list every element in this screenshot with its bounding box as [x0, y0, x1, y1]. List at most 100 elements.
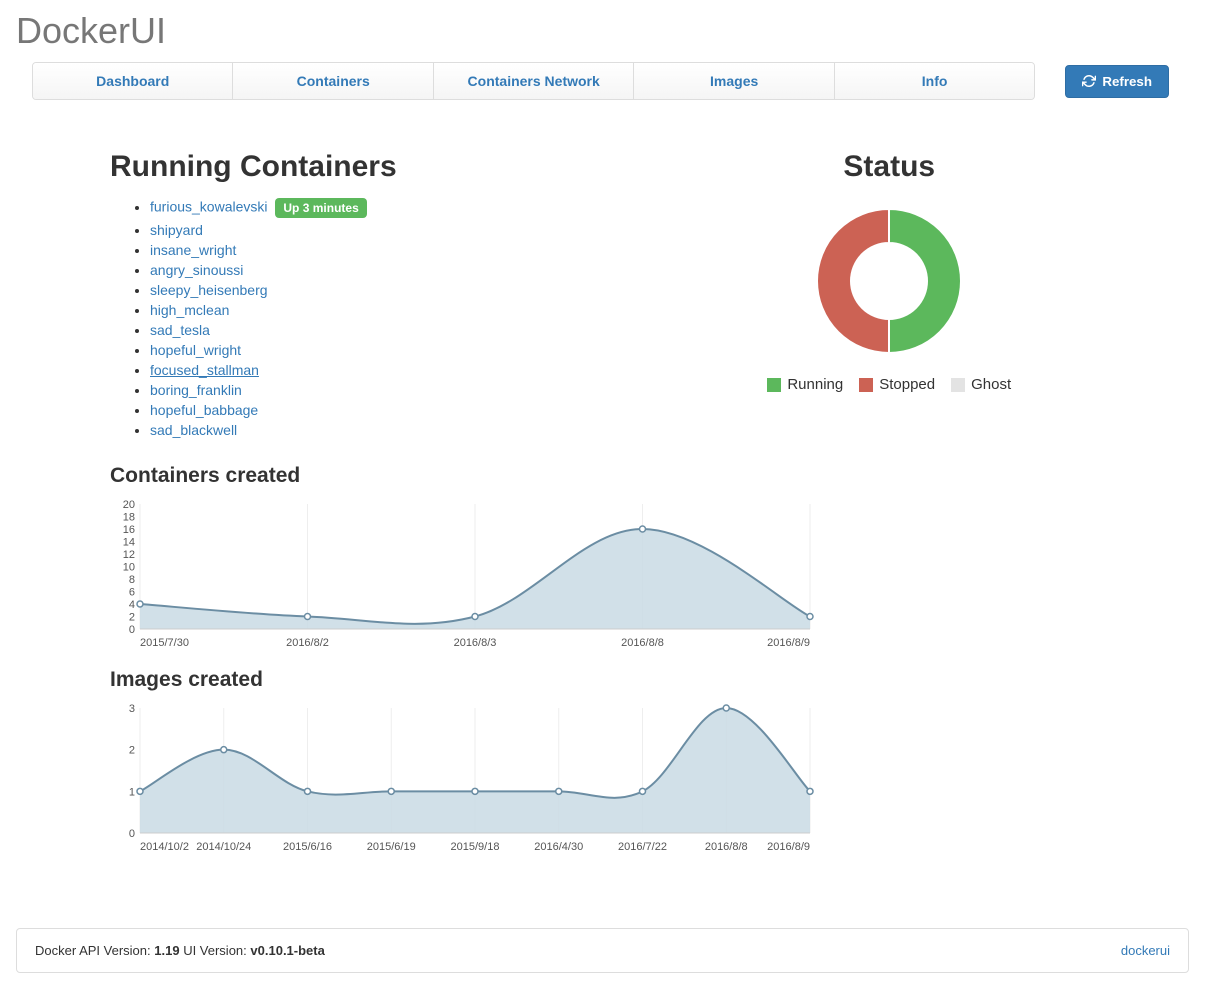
- containers-created-title: Containers created: [110, 464, 814, 488]
- container-link[interactable]: angry_sinoussi: [150, 262, 243, 278]
- list-item: furious_kowalevski Up 3 minutes: [150, 196, 630, 220]
- container-link[interactable]: high_mclean: [150, 302, 229, 318]
- topbar: DashboardContainersContainers NetworkIma…: [0, 62, 1205, 110]
- tab-containers[interactable]: Containers: [233, 63, 433, 99]
- legend-swatch: [951, 378, 965, 392]
- footer-text: Docker API Version: 1.19 UI Version: v0.…: [35, 943, 325, 958]
- footer-link[interactable]: dockerui: [1121, 943, 1170, 958]
- svg-text:2016/7/22: 2016/7/22: [618, 841, 667, 853]
- svg-text:2015/6/19: 2015/6/19: [367, 841, 416, 853]
- containers-created-chart: 02468101214161820 2015/7/30 2016/8/2 2016/8…: [110, 496, 814, 654]
- svg-text:16: 16: [123, 524, 135, 536]
- svg-text:2016/8/8: 2016/8/8: [705, 841, 748, 853]
- svg-text:1: 1: [129, 786, 135, 798]
- page-title: DockerUI: [16, 10, 1205, 52]
- svg-text:2016/4/30: 2016/4/30: [534, 841, 583, 853]
- svg-text:0: 0: [129, 828, 135, 840]
- tab-images[interactable]: Images: [634, 63, 834, 99]
- list-item: high_mclean: [150, 300, 630, 320]
- status-legend: Running Stopped Ghost: [767, 376, 1011, 393]
- list-item: shipyard: [150, 220, 630, 240]
- svg-text:0: 0: [129, 624, 135, 636]
- svg-text:2016/8/2: 2016/8/2: [286, 637, 329, 649]
- container-link[interactable]: sad_tesla: [150, 322, 210, 338]
- status-badge: Up 3 minutes: [275, 198, 366, 218]
- legend-swatch: [859, 378, 873, 392]
- main-row: Running Containers furious_kowalevski Up…: [0, 110, 1205, 440]
- list-item: hopeful_wright: [150, 340, 630, 360]
- status-title: Status: [670, 150, 1190, 184]
- list-item: hopeful_babbage: [150, 400, 630, 420]
- area-chart-containers: 02468101214161820 2015/7/30 2016/8/2 2016/8…: [110, 496, 820, 651]
- api-version-value: 1.19: [154, 943, 179, 958]
- svg-text:2: 2: [129, 612, 135, 624]
- status-donut-chart: [804, 196, 974, 366]
- legend-label: Ghost: [971, 376, 1011, 393]
- legend-item: Stopped: [859, 376, 935, 393]
- footer-link-wrap: dockerui: [1121, 943, 1170, 958]
- container-link[interactable]: hopeful_babbage: [150, 402, 258, 418]
- svg-text:3: 3: [129, 703, 135, 715]
- nav-tabs: DashboardContainersContainers NetworkIma…: [32, 62, 1035, 100]
- status-column: Status Running Stopped Ghost: [670, 150, 1190, 440]
- footer: Docker API Version: 1.19 UI Version: v0.…: [16, 928, 1189, 973]
- svg-text:2014/10/24: 2014/10/24: [196, 841, 251, 853]
- svg-text:18: 18: [123, 512, 135, 524]
- images-created-chart: 0 1 2 3 2014/10/2 2014/10/24 2015/6/16 2015/6/1…: [110, 700, 814, 858]
- tab-dashboard[interactable]: Dashboard: [33, 63, 233, 99]
- donut-slice: [817, 209, 889, 353]
- container-link[interactable]: sleepy_heisenberg: [150, 282, 268, 298]
- list-item: focused_stallman: [150, 360, 630, 380]
- area-chart-images: 0 1 2 3 2014/10/2 2014/10/24 2015/6/16 2015/6/1…: [110, 700, 820, 855]
- refresh-icon: [1082, 74, 1096, 88]
- ui-version-value: v0.10.1-beta: [250, 943, 324, 958]
- svg-text:2016/8/9: 2016/8/9: [767, 841, 810, 853]
- svg-text:2015/7/30: 2015/7/30: [140, 637, 189, 649]
- list-item: insane_wright: [150, 240, 630, 260]
- refresh-button-label: Refresh: [1102, 74, 1152, 89]
- svg-text:2015/9/18: 2015/9/18: [451, 841, 500, 853]
- running-title: Running Containers: [110, 150, 630, 184]
- tab-info[interactable]: Info: [835, 63, 1034, 99]
- legend-label: Stopped: [879, 376, 935, 393]
- svg-text:20: 20: [123, 499, 135, 511]
- refresh-button[interactable]: Refresh: [1065, 65, 1169, 98]
- container-link[interactable]: hopeful_wright: [150, 342, 241, 358]
- list-item: sleepy_heisenberg: [150, 280, 630, 300]
- svg-text:2016/8/3: 2016/8/3: [454, 637, 497, 649]
- legend-item: Running: [767, 376, 843, 393]
- container-link[interactable]: shipyard: [150, 222, 203, 238]
- api-version-label: Docker API Version:: [35, 943, 151, 958]
- container-link[interactable]: boring_franklin: [150, 382, 242, 398]
- donut-slice: [889, 209, 961, 353]
- legend-swatch: [767, 378, 781, 392]
- list-item: angry_sinoussi: [150, 260, 630, 280]
- container-link[interactable]: insane_wright: [150, 242, 236, 258]
- ui-version-label: UI Version:: [183, 943, 247, 958]
- svg-text:2016/8/9: 2016/8/9: [767, 637, 810, 649]
- tab-containers-network[interactable]: Containers Network: [434, 63, 634, 99]
- container-link[interactable]: focused_stallman: [150, 362, 259, 378]
- container-link[interactable]: sad_blackwell: [150, 422, 237, 438]
- legend-label: Running: [787, 376, 843, 393]
- svg-text:14: 14: [123, 537, 135, 549]
- svg-text:10: 10: [123, 562, 135, 574]
- running-column: Running Containers furious_kowalevski Up…: [110, 150, 630, 440]
- svg-text:6: 6: [129, 587, 135, 599]
- list-item: sad_tesla: [150, 320, 630, 340]
- images-created-title: Images created: [110, 668, 814, 692]
- svg-text:4: 4: [129, 599, 135, 611]
- running-list: furious_kowalevski Up 3 minutes shipyard i…: [110, 196, 630, 440]
- svg-text:2: 2: [129, 745, 135, 757]
- list-item: sad_blackwell: [150, 420, 630, 440]
- svg-text:8: 8: [129, 574, 135, 586]
- svg-text:12: 12: [123, 549, 135, 561]
- svg-text:2015/6/16: 2015/6/16: [283, 841, 332, 853]
- container-link[interactable]: furious_kowalevski: [150, 199, 268, 215]
- svg-text:2014/10/2: 2014/10/2: [140, 841, 189, 853]
- svg-text:2016/8/8: 2016/8/8: [621, 637, 664, 649]
- list-item: boring_franklin: [150, 380, 630, 400]
- charts-area: Containers created 024681012141618202015…: [0, 440, 830, 898]
- donut-wrap: Running Stopped Ghost: [670, 196, 1190, 393]
- legend-item: Ghost: [951, 376, 1011, 393]
